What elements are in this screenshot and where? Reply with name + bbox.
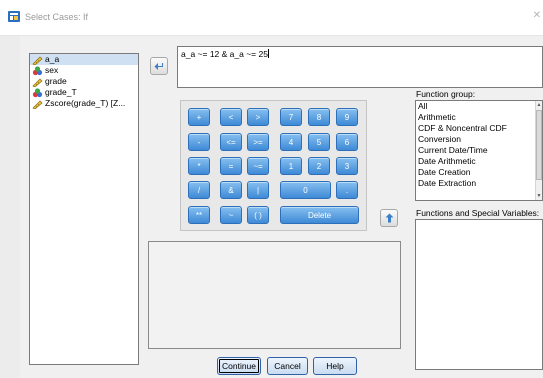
function-group-item[interactable]: Date Extraction [416,178,542,189]
scale-ruler-icon [32,100,43,109]
continue-button[interactable]: Continue [217,357,261,375]
arrow-left-icon [154,62,163,70]
key-or[interactable]: | [247,181,269,199]
key-1[interactable]: 1 [280,157,302,175]
function-group-item[interactable]: All [416,101,542,112]
nominal-icon [32,65,43,75]
variable-label: grade [45,76,67,86]
key-0[interactable]: 0 [280,181,331,199]
arrow-up-icon [385,213,393,223]
variable-label: grade_T [45,87,77,97]
key-not[interactable]: ~ [220,206,242,224]
window-edge [0,36,20,378]
scroll-up-icon[interactable]: ▲ [536,101,542,109]
variable-label: Zscore(grade_T) [Z... [45,98,126,108]
key-delete[interactable]: Delete [280,206,359,224]
key-plus[interactable]: + [188,108,210,126]
expression-text: a_a ~= 12 & a_a ~= 25 [181,49,268,59]
close-icon[interactable]: ✕ [533,10,541,21]
variable-label: sex [45,65,59,75]
expression-input[interactable]: a_a ~= 12 & a_a ~= 25 [177,46,543,88]
key-4[interactable]: 4 [280,133,302,151]
variable-item-a-a[interactable]: a_a [30,54,138,65]
scroll-thumb[interactable] [536,110,542,180]
spss-app-icon [8,11,20,22]
function-group-list[interactable]: All Arithmetic CDF & Noncentral CDF Conv… [415,100,543,201]
key-parentheses[interactable]: ( ) [247,206,269,224]
function-group-scrollbar[interactable]: ▲ ▼ [535,101,542,200]
calculator-keypad: + < > 7 8 9 - <= >= 4 5 6 * = ~= 1 2 3 /… [180,100,367,231]
function-group-label: Function group: [416,89,476,99]
key-less-than[interactable]: < [220,108,242,126]
text-caret [267,49,269,58]
variable-item-sex[interactable]: sex [30,65,138,76]
key-power[interactable]: ** [188,206,210,224]
key-8[interactable]: 8 [308,108,330,126]
function-group-item[interactable]: Date Creation [416,167,542,178]
variable-list[interactable]: a_a sex grade grade_T Zscore(grade_T) [Z… [29,53,139,365]
cancel-button[interactable]: Cancel [267,357,308,375]
nominal-icon [32,87,43,97]
scroll-down-icon[interactable]: ▼ [536,192,542,200]
variable-item-grade-t[interactable]: grade_T [30,87,138,98]
key-6[interactable]: 6 [336,133,358,151]
function-group-item[interactable]: CDF & Noncentral CDF [416,123,542,134]
key-minus[interactable]: - [188,133,210,151]
key-3[interactable]: 3 [336,157,358,175]
key-less-equal[interactable]: <= [220,133,242,151]
key-divide[interactable]: / [188,181,210,199]
key-equals[interactable]: = [220,157,242,175]
function-group-item[interactable]: Date Arithmetic [416,156,542,167]
variable-item-grade[interactable]: grade [30,76,138,87]
variable-item-zscore[interactable]: Zscore(grade_T) [Z... [30,98,138,109]
function-group-item[interactable]: Conversion [416,134,542,145]
window-title: Select Cases: If [25,12,89,22]
key-greater-than[interactable]: > [247,108,269,126]
key-greater-equal[interactable]: >= [247,133,269,151]
scale-ruler-icon [32,56,43,65]
key-2[interactable]: 2 [308,157,330,175]
function-group-item[interactable]: Arithmetic [416,112,542,123]
key-not-equal[interactable]: ~= [247,157,269,175]
key-9[interactable]: 9 [336,108,358,126]
help-button[interactable]: Help [313,357,357,375]
function-description-area [148,241,401,349]
title-bar: Select Cases: If ✕ [0,0,543,36]
function-group-item[interactable]: Current Date/Time [416,145,542,156]
scale-ruler-icon [32,78,43,87]
move-to-expression-button[interactable] [150,57,168,75]
key-and[interactable]: & [220,181,242,199]
functions-label: Functions and Special Variables: [416,208,540,218]
insert-function-button[interactable] [380,209,398,227]
key-7[interactable]: 7 [280,108,302,126]
variable-label: a_a [45,54,60,64]
key-multiply[interactable]: * [188,157,210,175]
key-5[interactable]: 5 [308,133,330,151]
key-decimal[interactable]: . [336,181,358,199]
functions-list[interactable] [415,219,543,370]
